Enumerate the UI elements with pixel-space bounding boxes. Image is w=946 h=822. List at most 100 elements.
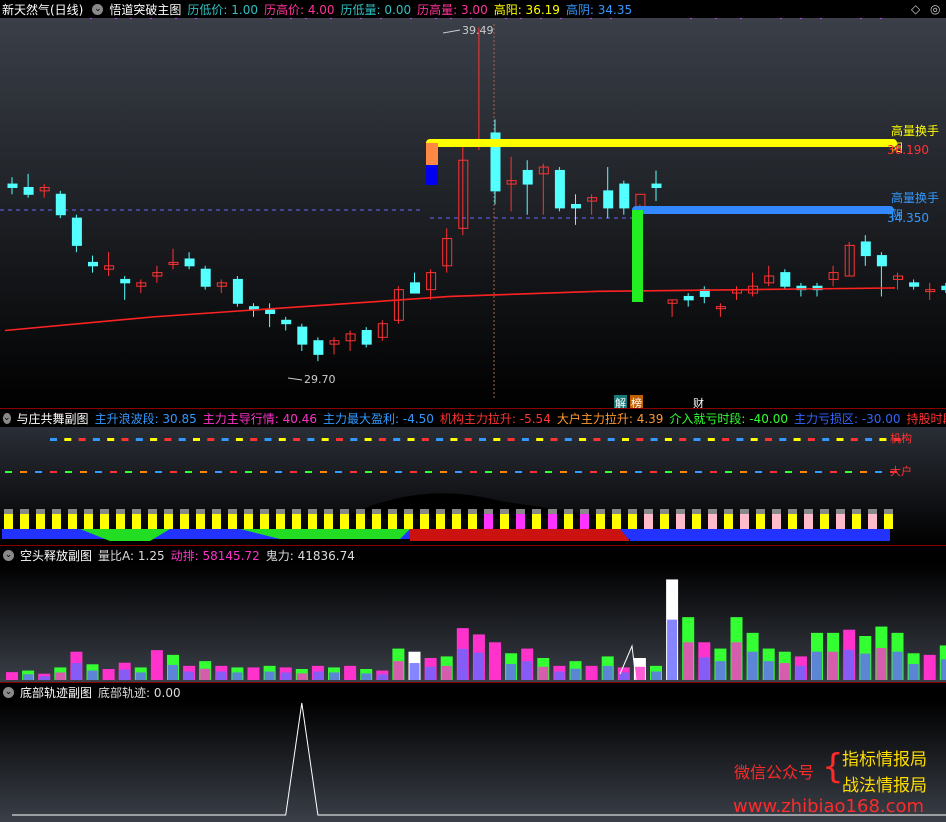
volume-overlay xyxy=(731,642,742,680)
hline2-value: 34.350 xyxy=(887,211,929,225)
sub1-bar xyxy=(148,513,157,529)
sub1-bar xyxy=(68,513,77,529)
sub1-dash-top xyxy=(521,438,529,441)
sub1-param-7: 持股时段: 0.00 xyxy=(906,411,946,426)
sub1-dash-mid xyxy=(575,471,582,473)
chevron-down-icon[interactable]: ⌄ xyxy=(92,3,104,15)
volume-overlay xyxy=(828,651,839,680)
sub1-bar-cap xyxy=(564,509,573,514)
sub1-bar-cap xyxy=(292,509,301,514)
watermark-url: www.zhibiao168.com xyxy=(733,796,925,817)
high-price-label: 39.49 xyxy=(462,24,494,37)
volume-overlay xyxy=(924,664,935,680)
sub1-header: ⌄ 与庄共舞副图 主升浪波段: 30.85 主力主导行情: 40.46 主力最大盈利… xyxy=(0,409,946,427)
candle-body xyxy=(571,204,581,209)
main-header: 新天然气(日线) ⌄ 悟道突破主图 历低价: 1.00 历高价: 4.00 历低量:… xyxy=(0,0,946,18)
sub1-param-6: 主力亏损区: -30.00 xyxy=(793,411,901,426)
sub1-dash-top xyxy=(407,438,415,441)
sub1-bar-cap xyxy=(852,509,861,514)
volume-overlay xyxy=(779,663,790,680)
sub1-bar-cap xyxy=(436,509,445,514)
sub1-panel[interactable]: ⌄ 与庄共舞副图 主升浪波段: 30.85 主力主导行情: 40.46 主力最大盈利… xyxy=(0,408,946,546)
sub1-dash-mid xyxy=(875,471,882,473)
sub1-bar-cap xyxy=(148,509,157,514)
sub1-bar-cap xyxy=(196,509,205,514)
close-circle-icon[interactable]: ◎ xyxy=(930,2,940,16)
volume-overlay xyxy=(876,647,887,680)
sub1-bar-cap xyxy=(612,509,621,514)
volume-overlay xyxy=(393,661,404,680)
main-param-4: 高阳: 36.19 xyxy=(493,2,560,17)
watermark-brand2: 战法情报局 xyxy=(842,776,927,796)
sub1-dash-mid xyxy=(740,471,747,473)
sub1-param-0: 主升浪波段: 30.85 xyxy=(94,411,197,426)
marker-orange xyxy=(426,143,438,165)
sub1-dash-mid xyxy=(830,471,837,473)
main-param-1: 历高价: 4.00 xyxy=(263,2,335,17)
candle-body xyxy=(23,186,34,195)
volume-overlay xyxy=(151,662,162,680)
sub1-param-5: 介入就亏时段: -40.00 xyxy=(669,411,788,426)
sub1-bar-cap xyxy=(468,509,477,514)
volume-overlay xyxy=(473,652,484,680)
sub1-param-4: 大户主力拉升: 4.39 xyxy=(556,411,664,426)
sub1-dash-mid xyxy=(95,471,102,473)
sub1-bar xyxy=(180,513,189,529)
chevron-down-icon[interactable]: ⌄ xyxy=(3,686,14,698)
sub1-bar xyxy=(628,513,637,529)
sub1-bar xyxy=(660,513,669,529)
chevron-down-icon[interactable]: ⌄ xyxy=(3,549,14,561)
event-tag-bang[interactable]: 榜 xyxy=(630,395,643,408)
sub1-bar-cap xyxy=(260,509,269,514)
sub1-bar-cap xyxy=(212,509,221,514)
event-tag-jie[interactable]: 解 xyxy=(614,395,627,408)
candle-body xyxy=(909,282,920,287)
volume-overlay xyxy=(425,666,436,680)
sub1-dash-mid xyxy=(605,471,612,473)
stock-name: 新天然气(日线) xyxy=(2,2,84,17)
sub1-bar-cap xyxy=(772,509,781,514)
sub1-dash-top xyxy=(293,438,301,441)
sub3-panel[interactable]: ⌄ 底部轨迹副图 底部轨迹: 0.00 微信公众号 { 指标情报局 战法情报局 … xyxy=(0,682,946,822)
sub1-dash-mid xyxy=(725,471,732,473)
main-params: 历低价: 1.00 历高价: 4.00 历低量: 0.00 历高量: 3.00 高阳: … xyxy=(187,1,638,18)
volume-overlay xyxy=(795,665,806,680)
sub2-param-1: 动排: 58145.72 xyxy=(170,548,260,563)
chevron-down-icon[interactable]: ⌄ xyxy=(3,412,11,424)
sub1-bar xyxy=(388,513,397,529)
sub1-dash-top xyxy=(364,438,372,441)
sub1-band-blue2 xyxy=(630,529,890,541)
sub1-dash-top xyxy=(50,438,57,441)
sub1-bar-cap xyxy=(692,509,701,514)
sub1-dash-mid xyxy=(170,471,177,473)
sub1-bar-cap xyxy=(164,509,173,514)
sub1-dash-top xyxy=(464,438,472,441)
sub1-bar xyxy=(4,513,13,529)
volume-overlay xyxy=(232,672,243,680)
event-tag-cai[interactable]: 财 xyxy=(693,395,704,408)
candlestick-chart[interactable] xyxy=(0,0,946,408)
sub1-bar-cap xyxy=(420,509,429,514)
sub1-bar xyxy=(692,513,701,529)
sub1-bar xyxy=(772,513,781,529)
sub1-bar xyxy=(468,513,477,529)
candle-body xyxy=(120,278,131,284)
sub1-dash-mid xyxy=(110,471,117,473)
sub1-bar xyxy=(596,513,605,529)
sub1-bar xyxy=(852,513,861,529)
sub1-dash-mid xyxy=(335,471,342,473)
settings-diamond-icon[interactable]: ◇ xyxy=(911,2,920,16)
volume-overlay xyxy=(345,671,356,680)
sub1-dash-mid xyxy=(530,471,537,473)
sub1-bar-cap xyxy=(532,509,541,514)
sub1-dash-top xyxy=(393,438,401,441)
main-chart-panel[interactable]: 新天然气(日线) ⌄ 悟道突破主图 历低价: 1.00 历高价: 4.00 历低量:… xyxy=(0,0,946,408)
volume-overlay xyxy=(457,648,468,680)
sub2-panel[interactable]: ⌄ 空头释放副图 量比A: 1.25 动排: 58145.72 鬼力: 41836.… xyxy=(0,545,946,683)
volume-overlay xyxy=(763,661,774,680)
sub1-bar-cap xyxy=(308,509,317,514)
sub1-dash-mid xyxy=(305,471,312,473)
sub1-bar xyxy=(52,513,61,529)
volume-overlay xyxy=(296,673,307,680)
sub1-bar xyxy=(356,513,365,529)
